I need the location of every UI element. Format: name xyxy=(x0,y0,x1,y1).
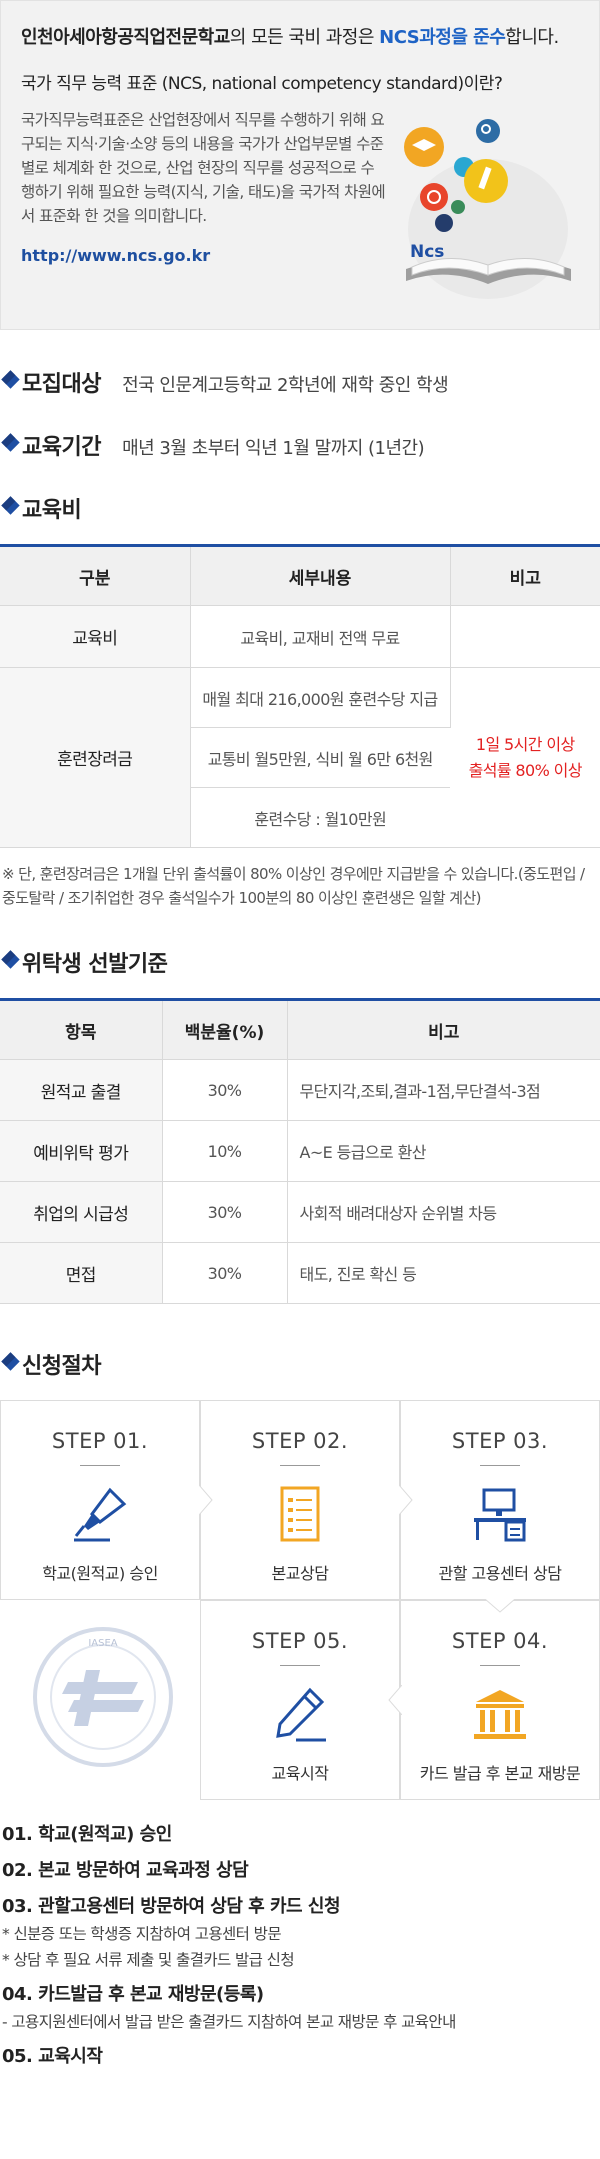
procedure-steps: STEP 01. 학교(원적교) 승인 STEP 02. 본교상담 STEP 0… xyxy=(0,1400,600,1810)
table-row: 면접 30% 태도, 진로 확신 등 xyxy=(0,1242,600,1304)
diamond-bullet-icon xyxy=(1,950,20,969)
attendance-condition: 1일 5시간 이상 출석률 80% 이상 xyxy=(450,667,600,848)
step-01-box: STEP 01. 학교(원적교) 승인 xyxy=(0,1400,200,1600)
procedure-details: 01. 학교(원적교) 승인 02. 본교 방문하여 교육과정 상담 03. 관… xyxy=(2,1824,456,2067)
ncs-compliance-text: NCS과정을 준수 xyxy=(379,27,506,48)
ncs-description: 국가직무능력표준은 산업현장에서 직무를 수행하기 위해 요구되는 지식·기술·… xyxy=(21,111,386,225)
iasea-emblem-watermark: IASEA xyxy=(33,1627,173,1767)
period-title: 교육기간 xyxy=(22,435,101,460)
diamond-bullet-icon xyxy=(1,1352,20,1371)
emblem-text: IASEA xyxy=(88,1638,117,1649)
fee-table-header: 구분 세부내용 비고 xyxy=(0,545,600,606)
step-02-box: STEP 02. 본교상담 xyxy=(200,1400,400,1600)
chevron-right-icon xyxy=(399,1485,413,1515)
magnifier-icon xyxy=(476,119,500,143)
fee-section-title: 교육비 xyxy=(0,492,600,524)
fee-table: 구분 세부내용 비고 교육비 교육비, 교재비 전액 무료 훈련장려금 매월 최… xyxy=(0,544,600,848)
school-name: 인천아세아항공직업전문학교 xyxy=(21,27,230,48)
chevron-down-icon xyxy=(485,1599,515,1613)
table-row: 원적교 출결 30% 무단지각,조퇴,결과-1점,무단결석-3점 xyxy=(0,1059,600,1121)
selection-section-title: 위탁생 선발기준 xyxy=(0,946,600,978)
table-row: 취업의 시급성 30% 사회적 배려대상자 순위별 차등 xyxy=(0,1181,600,1243)
procedure-section-title: 신청절차 xyxy=(0,1348,600,1380)
fountain-pen-icon xyxy=(74,1487,127,1542)
period-value: 매년 3월 초부터 익년 1월 말까지 (1년간) xyxy=(122,438,425,459)
pencil-icon xyxy=(276,1687,326,1742)
selection-table: 항목 백분율(%) 비고 원적교 출결 30% 무단지각,조퇴,결과-1점,무단… xyxy=(0,998,600,1304)
chevron-left-icon xyxy=(388,1685,402,1715)
step-03-box: STEP 03. 관할 고용센터 상담 xyxy=(400,1400,600,1600)
table-row: 예비위탁 평가 10% A~E 등급으로 환산 xyxy=(0,1120,600,1182)
chevron-right-icon xyxy=(199,1485,213,1515)
intro-headline: 인천아세아항공직업전문학교의 모든 국비 과정은 NCS과정을 준수합니다. xyxy=(21,27,559,48)
selection-table-header: 항목 백분율(%) 비고 xyxy=(0,999,600,1060)
ncs-intro-box: 인천아세아항공직업전문학교의 모든 국비 과정은 NCS과정을 준수합니다. 국… xyxy=(0,0,600,330)
step-04-box: STEP 04. 카드 발급 후 본교 재방문 xyxy=(400,1600,600,1800)
recruit-value: 전국 인문계고등학교 2학년에 재학 중인 학생 xyxy=(122,375,449,396)
recruit-title: 모집대상 xyxy=(22,372,101,397)
fee-footnote: ※ 단, 훈련장려금은 1개월 단위 출석률이 80% 이상인 경우에만 지급받… xyxy=(2,865,585,907)
step-05-box: STEP 05. 교육시작 xyxy=(200,1600,400,1800)
table-row: 교육비 교육비, 교재비 전액 무료 xyxy=(0,605,600,668)
globe-icon xyxy=(420,183,448,211)
table-row: 훈련장려금 매월 최대 216,000원 훈련수당 지급 1일 5시간 이상 출… xyxy=(0,667,600,848)
building-pillars-icon xyxy=(474,1690,526,1739)
page: 인천아세아항공직업전문학교의 모든 국비 과정은 NCS과정을 준수합니다. 국… xyxy=(0,0,600,2068)
diamond-bullet-icon xyxy=(1,496,20,515)
ncs-book-illustration: Ncs xyxy=(404,119,571,299)
diamond-bullet-icon xyxy=(1,433,20,452)
diamond-bullet-icon xyxy=(1,370,20,389)
document-list-icon xyxy=(280,1486,320,1542)
recruit-section: 모집대상 전국 인문계고등학교 2학년에 재학 중인 학생 xyxy=(0,366,600,398)
ncs-logo-text: Ncs xyxy=(410,242,444,262)
ncs-question: 국가 직무 능력 표준 (NCS, national competency st… xyxy=(21,74,503,94)
office-desk-icon xyxy=(474,1488,526,1542)
period-section: 교육기간 매년 3월 초부터 익년 1월 말까지 (1년간) xyxy=(0,429,600,461)
